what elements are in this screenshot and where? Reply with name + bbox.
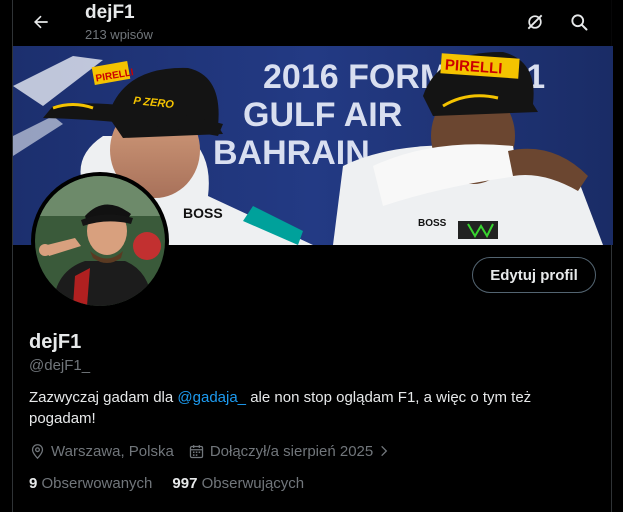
top-bar: dejF1 213 wpisów — [13, 0, 613, 46]
location-pin-icon — [31, 443, 44, 459]
bio-text: Zazwyczaj gadam dla — [29, 389, 178, 406]
profile-meta: Warszawa, Polska Dołączył/a sierpień 202… — [29, 440, 410, 462]
following-count: 9 — [29, 475, 38, 492]
banner-suit-brand: BOSS — [183, 205, 223, 221]
bio-mention-link[interactable]: @gadaja_ — [177, 389, 246, 406]
search-button[interactable] — [565, 8, 593, 36]
back-arrow-icon — [34, 15, 48, 29]
following-label: Obserwowanych — [41, 475, 153, 492]
follow-stats: 9 Obserwowanych 997 Obserwujących — [29, 475, 324, 492]
banner-suit-brand: BOSS — [418, 218, 447, 229]
grok-icon — [527, 14, 543, 30]
calendar-icon — [189, 444, 203, 458]
back-button[interactable] — [27, 8, 55, 36]
page-title: dejF1 — [85, 2, 135, 23]
post-count: 213 wpisów — [85, 27, 153, 42]
avatar-photo — [35, 176, 165, 306]
profile-column: dejF1 213 wpisów 2016 FORMULA 1 GULF AIR… — [12, 0, 613, 512]
location-text: Warszawa, Polska — [51, 442, 174, 460]
followers-label: Obserwujących — [201, 475, 305, 492]
handle: @dejF1_ — [29, 357, 91, 374]
joined-date[interactable]: Dołączył/a sierpień 2025 — [188, 443, 396, 460]
followers-link[interactable]: 997 Obserwujących — [172, 475, 304, 492]
edit-profile-button[interactable]: Edytuj profil — [472, 257, 596, 293]
search-icon — [571, 14, 588, 31]
avatar-image — [35, 176, 165, 306]
display-name: dejF1 — [29, 331, 82, 353]
joined-text: Dołączył/a sierpień 2025 — [209, 442, 374, 460]
bio: Zazwyczaj gadam dla @gadaja_ ale non sto… — [29, 387, 589, 429]
avatar[interactable] — [31, 172, 169, 310]
grok-button[interactable] — [521, 8, 549, 36]
header-title-block: dejF1 213 wpisów — [85, 2, 153, 44]
followers-count: 997 — [172, 475, 198, 492]
banner-backdrop-text: GULF AIR — [243, 96, 402, 134]
location: Warszawa, Polska — [29, 443, 174, 460]
chevron-right-icon — [381, 445, 388, 457]
following-link[interactable]: 9 Obserwowanych — [29, 475, 152, 492]
